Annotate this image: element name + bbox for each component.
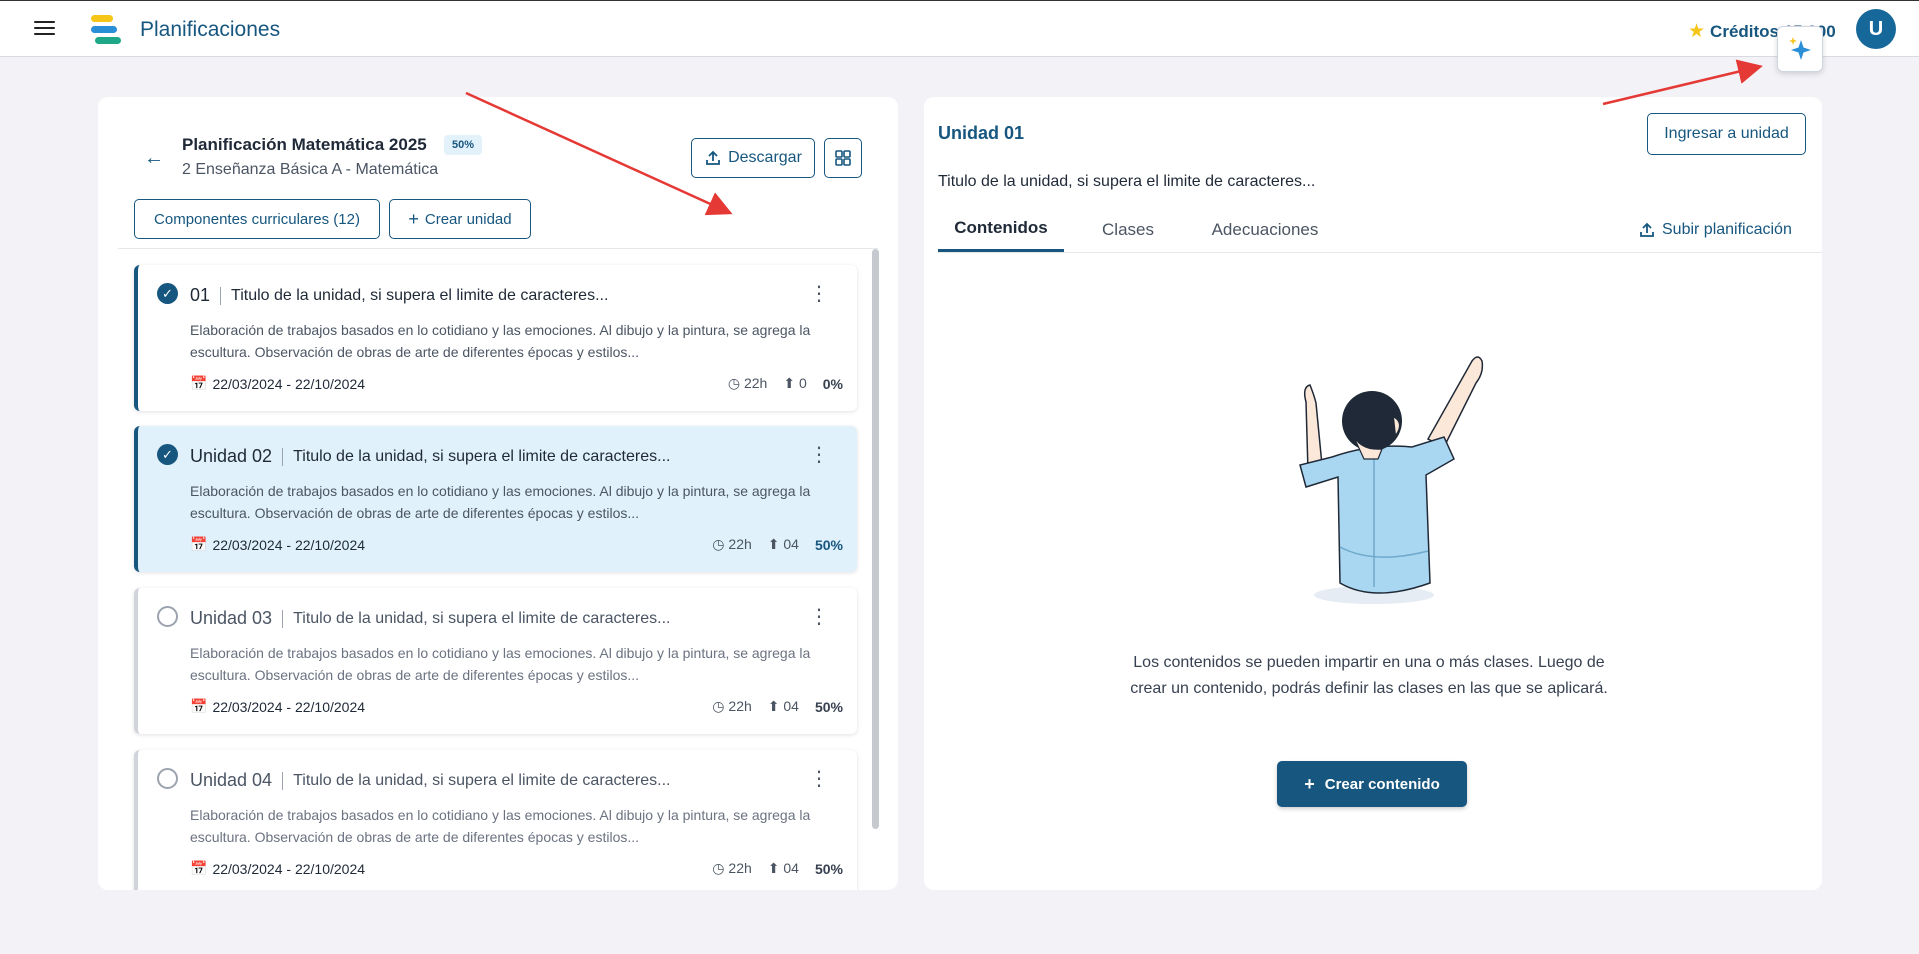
unit-percent: 50% xyxy=(814,860,843,877)
avatar[interactable]: U xyxy=(1856,9,1896,49)
unit-dates: 22/03/2024 - 22/10/2024 xyxy=(212,860,366,877)
teacher-illustration xyxy=(1299,356,1484,604)
star-icon: ★ xyxy=(1688,21,1706,42)
create-unit-button[interactable]: + Crear unidad xyxy=(389,199,531,239)
create-content-label: Crear contenido xyxy=(1324,775,1440,793)
unit-number: Unidad 02 xyxy=(190,446,273,466)
unit-number: Unidad 03 xyxy=(190,608,273,628)
upload-count-icon: ⬆ xyxy=(767,536,780,552)
calendar-icon: 📅 xyxy=(190,375,208,391)
planning-panel: ← Planificación Matemática 2025 50% 2 En… xyxy=(98,97,898,890)
more-options-icon[interactable]: ⋮ xyxy=(809,445,829,465)
check-circle-icon[interactable]: ✓ xyxy=(157,444,178,465)
divider xyxy=(118,248,878,249)
unit-number: Unidad 04 xyxy=(190,770,273,790)
unit-dates: 22/03/2024 - 22/10/2024 xyxy=(212,536,366,553)
unit-uploads: 0 xyxy=(798,375,807,391)
unit-title: Titulo de la unidad, si supera el limite… xyxy=(293,771,671,789)
unit-detail-panel: Unidad 01 Ingresar a unidad Titulo de la… xyxy=(924,97,1822,890)
create-content-button[interactable]: + Crear contenido xyxy=(1277,761,1467,807)
clock-icon: ◷ xyxy=(712,536,725,552)
download-label: Descargar xyxy=(728,149,802,166)
unit-number: 01 xyxy=(190,285,211,305)
calendar-icon: 📅 xyxy=(190,860,208,876)
unit-description: Elaboración de trabajos basados en lo co… xyxy=(190,645,811,683)
clock-icon: ◷ xyxy=(712,698,725,714)
app-title: Planificaciones xyxy=(140,18,281,41)
upload-count-icon: ⬆ xyxy=(783,375,796,391)
progress-badge: 50% xyxy=(444,135,483,155)
upload-count-icon: ⬆ xyxy=(767,860,780,876)
calendar-icon: 📅 xyxy=(190,698,208,714)
upload-icon xyxy=(706,150,720,165)
unit-uploads: 04 xyxy=(783,698,799,714)
more-options-icon[interactable]: ⋮ xyxy=(809,284,829,304)
unit-hours: 22h xyxy=(728,860,752,876)
unit-heading: Unidad 01 xyxy=(938,123,1025,143)
unit-percent: 50% xyxy=(814,698,843,715)
upload-count-icon: ⬆ xyxy=(767,698,780,714)
unit-hours: 22h xyxy=(728,536,752,552)
plus-icon: + xyxy=(1304,773,1315,794)
unit-title: Titulo de la unidad, si supera el limite… xyxy=(293,447,671,465)
unit-uploads: 04 xyxy=(783,536,799,552)
grid-icon xyxy=(835,150,851,166)
download-button[interactable]: Descargar xyxy=(691,138,815,178)
unit-card[interactable]: Unidad 04 Titulo de la unidad, si supera… xyxy=(134,750,857,890)
calendar-icon: 📅 xyxy=(190,536,208,552)
curricular-components-button[interactable]: Componentes curriculares (12) xyxy=(134,199,380,239)
plus-icon: + xyxy=(408,208,419,229)
app-logo xyxy=(91,15,123,45)
empty-circle-icon[interactable] xyxy=(157,606,178,627)
plan-title: Planificación Matemática 2025 xyxy=(182,135,427,154)
unit-dates: 22/03/2024 - 22/10/2024 xyxy=(212,698,366,715)
unit-percent: 50% xyxy=(814,536,843,553)
upload-planning-link[interactable]: Subir planificación xyxy=(1638,207,1792,252)
empty-circle-icon[interactable] xyxy=(157,768,178,789)
enter-unit-button[interactable]: Ingresar a unidad xyxy=(1647,113,1806,155)
unit-dates: 22/03/2024 - 22/10/2024 xyxy=(212,375,366,392)
tab-adecuaciones[interactable]: Adecuaciones xyxy=(1190,207,1340,252)
tab-bar: Contenidos Clases Adecuaciones Subir pla… xyxy=(938,207,1822,253)
unit-title: Titulo de la unidad, si supera el limite… xyxy=(293,609,671,627)
grid-view-button[interactable] xyxy=(824,138,862,178)
unit-description: Elaboración de trabajos basados en lo co… xyxy=(190,483,811,521)
unit-percent: 0% xyxy=(822,375,843,392)
unit-uploads: 04 xyxy=(783,860,799,876)
more-options-icon[interactable]: ⋮ xyxy=(809,769,829,789)
unit-card[interactable]: ✓ 01 Titulo de la unidad, si supera el l… xyxy=(134,265,857,411)
scrollbar[interactable] xyxy=(872,249,879,829)
top-bar: Planificaciones ★ Créditos 15.000 U xyxy=(0,0,1919,57)
more-options-icon[interactable]: ⋮ xyxy=(809,607,829,627)
clock-icon: ◷ xyxy=(727,375,741,391)
create-unit-label: Crear unidad xyxy=(424,210,512,228)
sparkle-icon xyxy=(1789,37,1811,60)
unit-description: Elaboración de trabajos basados en lo co… xyxy=(190,322,811,360)
tab-contenidos[interactable]: Contenidos xyxy=(938,207,1064,252)
unit-description: Elaboración de trabajos basados en lo co… xyxy=(190,807,811,845)
ai-assistant-button[interactable] xyxy=(1777,26,1823,72)
unit-hours: 22h xyxy=(728,698,752,714)
menu-icon[interactable] xyxy=(30,17,58,41)
empty-state-message: Los contenidos se pueden impartir en una… xyxy=(1130,654,1608,697)
upload-icon xyxy=(1640,222,1654,237)
tab-clases[interactable]: Clases xyxy=(1078,207,1178,252)
unit-card[interactable]: ✓ Unidad 02 Titulo de la unidad, si supe… xyxy=(134,426,857,572)
plan-subtitle: 2 Enseñanza Básica A - Matemática xyxy=(182,161,439,178)
unit-subtitle: Titulo de la unidad, si supera el limite… xyxy=(938,173,1316,190)
back-arrow-icon[interactable]: ← xyxy=(144,147,164,170)
upload-planning-label: Subir planificación xyxy=(1662,220,1792,238)
clock-icon: ◷ xyxy=(712,860,725,876)
unit-title: Titulo de la unidad, si supera el limite… xyxy=(231,286,609,304)
check-circle-icon[interactable]: ✓ xyxy=(157,283,178,304)
unit-card[interactable]: Unidad 03 Titulo de la unidad, si supera… xyxy=(134,588,857,734)
unit-hours: 22h xyxy=(743,375,768,391)
